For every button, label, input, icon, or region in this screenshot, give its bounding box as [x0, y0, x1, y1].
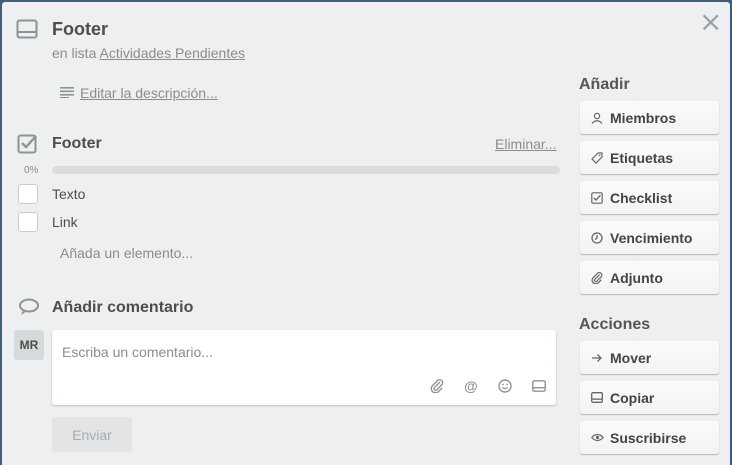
members-label: Miembros [610, 109, 677, 126]
checklist-item-checkbox[interactable] [18, 212, 38, 232]
subscribe-button[interactable]: Suscribirse [580, 421, 719, 454]
actions-section-heading: Acciones [579, 316, 651, 333]
add-comment-title: Añadir comentario [52, 299, 194, 316]
checklist-item: Texto [18, 184, 85, 204]
card-attach-icon[interactable] [530, 377, 548, 395]
copy-button[interactable]: Copiar [580, 381, 719, 414]
copy-label: Copiar [610, 389, 655, 406]
checklist-item-label[interactable]: Link [52, 214, 78, 230]
paperclip-icon [590, 271, 604, 285]
comment-tools: @ [428, 377, 548, 395]
avatar[interactable]: MR [14, 330, 44, 360]
move-button[interactable]: Mover [580, 341, 719, 374]
card-list-info: en lista Actividades Pendientes [52, 45, 245, 61]
labels-label: Etiquetas [610, 149, 674, 166]
due-date-button[interactable]: Vencimiento [580, 221, 719, 254]
card-title[interactable]: Footer [52, 19, 108, 40]
delete-checklist-link[interactable]: Eliminar... [495, 136, 556, 152]
send-button[interactable]: Enviar [52, 417, 132, 452]
comment-icon [18, 298, 40, 321]
checklist-label: Checklist [610, 189, 673, 206]
card-icon [590, 391, 604, 405]
mention-icon[interactable]: @ [462, 377, 480, 395]
list-name-link[interactable]: Actividades Pendientes [99, 45, 245, 61]
card-detail-window: × Footer en lista Actividades Pendientes… [2, 2, 730, 465]
checklist-icon [590, 191, 604, 205]
clock-icon [590, 231, 604, 245]
attachment-button[interactable]: Adjunto [580, 261, 719, 294]
checklist-button[interactable]: Checklist [580, 181, 719, 214]
edit-description-link[interactable]: Editar la descripción... [60, 85, 218, 101]
labels-button[interactable]: Etiquetas [580, 141, 719, 174]
emoji-icon[interactable] [496, 377, 514, 395]
lines-icon [60, 85, 74, 101]
arrow-right-icon [590, 351, 604, 365]
checklist-item-label[interactable]: Texto [52, 186, 85, 202]
progress-percent: 0% [24, 165, 39, 176]
attachment-label: Adjunto [610, 269, 663, 286]
comment-box: @ [52, 330, 556, 405]
person-icon [590, 111, 604, 125]
tag-icon [590, 151, 604, 165]
members-button[interactable]: Miembros [580, 101, 719, 134]
paperclip-icon[interactable] [428, 377, 446, 395]
checklist-icon [17, 134, 39, 159]
move-label: Mover [610, 349, 652, 366]
checklist-title[interactable]: Footer [52, 135, 102, 153]
due-date-label: Vencimiento [610, 229, 693, 246]
eye-icon [590, 431, 604, 445]
close-button[interactable]: × [699, 8, 722, 36]
add-section-heading: Añadir [579, 76, 630, 93]
edit-description-label: Editar la descripción... [80, 85, 218, 101]
subscribe-label: Suscribirse [610, 429, 687, 446]
checklist-item-checkbox[interactable] [18, 184, 38, 204]
add-checklist-item[interactable]: Añada un elemento... [60, 245, 193, 261]
list-prefix: en lista [52, 45, 97, 61]
checklist-item: Link [18, 212, 78, 232]
card-icon [16, 19, 38, 44]
progress-bar [52, 166, 560, 174]
comment-input[interactable] [62, 340, 542, 364]
